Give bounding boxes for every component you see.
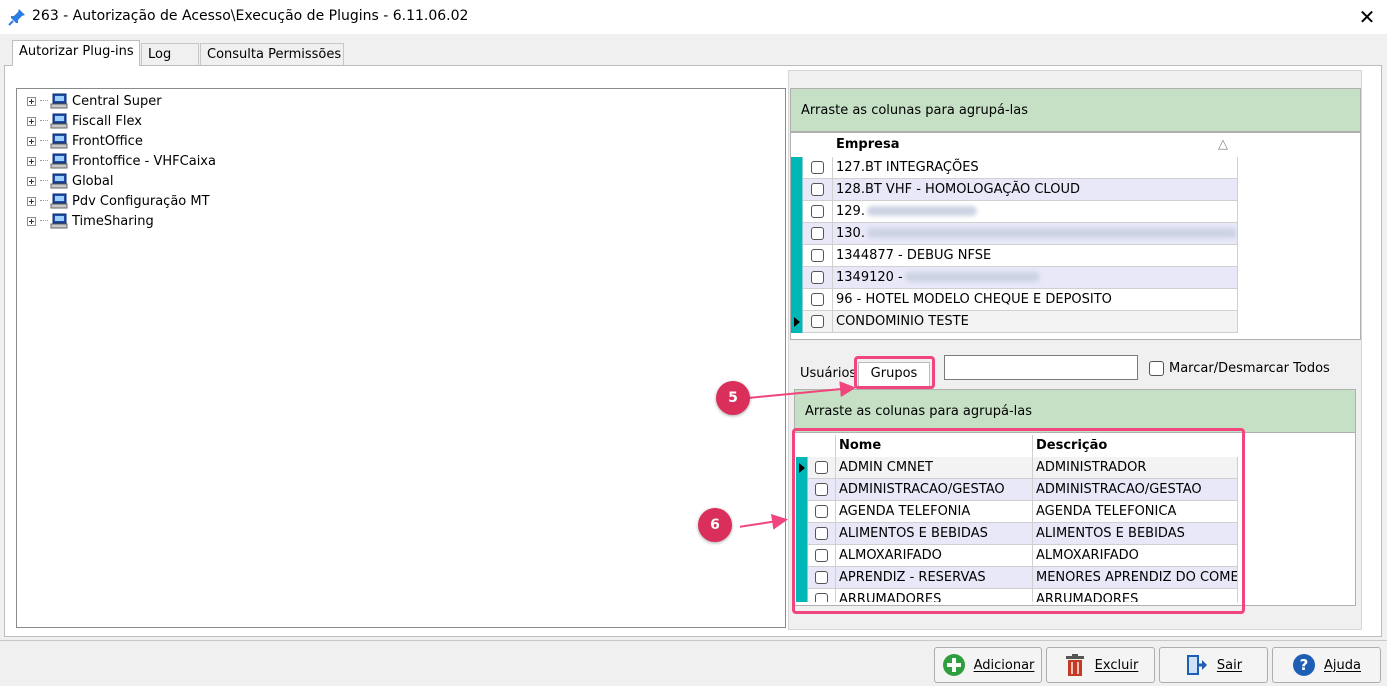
close-icon[interactable]: ✕ — [1352, 3, 1382, 31]
empresa-row[interactable]: 127.BT INTEGRAÇÕES — [791, 156, 1238, 179]
empresa-row-selected[interactable]: CONDOMINIO TESTE — [791, 310, 1238, 333]
empresa-column-header[interactable]: Empresa △ — [833, 134, 1238, 156]
tree-item-global[interactable]: Global — [27, 171, 113, 191]
exit-button[interactable]: Sair — [1159, 647, 1268, 683]
window-title: 263 - Autorização de Acesso\Execução de … — [32, 8, 469, 24]
sort-ascending-icon[interactable]: △ — [1218, 134, 1228, 156]
empresa-cell: 127.BT INTEGRAÇÕES — [833, 156, 1238, 179]
computer-icon — [50, 153, 68, 169]
empresa-cell: CONDOMINIO TESTE — [833, 310, 1238, 333]
expand-icon[interactable] — [27, 196, 36, 206]
empresa-row[interactable]: 1344877 - DEBUG NFSE — [791, 244, 1238, 267]
expand-icon[interactable] — [27, 136, 36, 146]
tab-consulta-permissoes[interactable]: Consulta Permissões — [200, 43, 344, 65]
plugin-tree[interactable]: Central Super Fiscall Flex FrontOffice F… — [16, 88, 786, 628]
expand-icon[interactable] — [27, 96, 36, 106]
row-checkbox[interactable] — [811, 293, 824, 306]
expand-icon[interactable] — [27, 176, 36, 186]
exit-icon — [1186, 655, 1207, 675]
empresa-row[interactable]: 96 - HOTEL MODELO CHEQUE E DEPOSITO — [791, 288, 1238, 311]
tab-autorizar-plugins[interactable]: Autorizar Plug-ins — [12, 40, 140, 66]
help-button[interactable]: ? Ajuda — [1272, 647, 1381, 683]
empresa-cell: 1349120 - — [833, 266, 1238, 289]
empresa-header-row: Empresa △ — [791, 134, 1238, 156]
expand-icon[interactable] — [27, 156, 36, 166]
computer-icon — [50, 93, 68, 109]
trash-icon — [1065, 654, 1084, 676]
tree-item-frontoffice[interactable]: FrontOffice — [27, 131, 143, 151]
title-bar: 263 - Autorização de Acesso\Execução de … — [0, 0, 1387, 34]
add-button[interactable]: Adicionar — [934, 647, 1042, 683]
add-icon — [942, 654, 965, 676]
row-checkbox[interactable] — [811, 205, 824, 218]
tree-item-fiscall-flex[interactable]: Fiscall Flex — [27, 111, 142, 131]
pin-icon — [8, 9, 25, 26]
row-checkbox[interactable] — [811, 271, 824, 284]
tree-item-frontoffice-vhfcaixa[interactable]: Frontoffice - VHFCaixa — [27, 151, 216, 171]
empresa-cell: 96 - HOTEL MODELO CHEQUE E DEPOSITO — [833, 288, 1238, 311]
computer-icon — [50, 193, 68, 209]
empresa-group-panel[interactable]: Arraste as colunas para agrupá-las — [790, 88, 1361, 132]
tree-item-central-super[interactable]: Central Super — [27, 91, 162, 111]
tree-item-timesharing[interactable]: TimeSharing — [27, 211, 154, 231]
search-input[interactable] — [944, 355, 1138, 380]
row-checkbox[interactable] — [811, 161, 824, 174]
empresa-cell: 128.BT VHF - HOMOLOGAÇÃO CLOUD — [833, 178, 1238, 201]
computer-icon — [50, 173, 68, 189]
computer-icon — [50, 113, 68, 129]
expand-icon[interactable] — [27, 116, 36, 126]
computer-icon — [50, 213, 68, 229]
tree-item-pdv-configuracao-mt[interactable]: Pdv Configuração MT — [27, 191, 210, 211]
delete-button[interactable]: Excluir — [1046, 647, 1155, 683]
current-row-icon — [791, 310, 803, 333]
row-checkbox[interactable] — [811, 315, 824, 328]
help-icon: ? — [1293, 654, 1316, 676]
empresa-cell: 129. — [833, 200, 1238, 223]
svg-text:?: ? — [1300, 656, 1309, 674]
empresa-row[interactable]: 128.BT VHF - HOMOLOGAÇÃO CLOUD — [791, 178, 1238, 201]
footer-divider — [0, 640, 1387, 641]
empresa-row[interactable]: 130. — [791, 222, 1238, 245]
checkbox[interactable] — [1149, 361, 1164, 376]
callout-arrows — [740, 381, 856, 530]
row-checkbox[interactable] — [811, 227, 824, 240]
grupos-group-panel[interactable]: Arraste as colunas para agrupá-las — [794, 389, 1356, 433]
row-checkbox[interactable] — [811, 249, 824, 262]
empresa-cell: 130. — [833, 222, 1238, 245]
tab-log[interactable]: Log — [141, 43, 199, 65]
expand-icon[interactable] — [27, 216, 36, 226]
computer-icon — [50, 133, 68, 149]
empresa-cell: 1344877 - DEBUG NFSE — [833, 244, 1238, 267]
empresa-row[interactable]: 129. — [791, 200, 1238, 223]
row-checkbox[interactable] — [811, 183, 824, 196]
empresa-row[interactable]: 1349120 - — [791, 266, 1238, 289]
callout-6: 6 — [698, 508, 732, 542]
callout-5: 5 — [716, 381, 750, 415]
toggle-all-checkbox[interactable]: Marcar/Desmarcar Todos — [1149, 361, 1330, 376]
